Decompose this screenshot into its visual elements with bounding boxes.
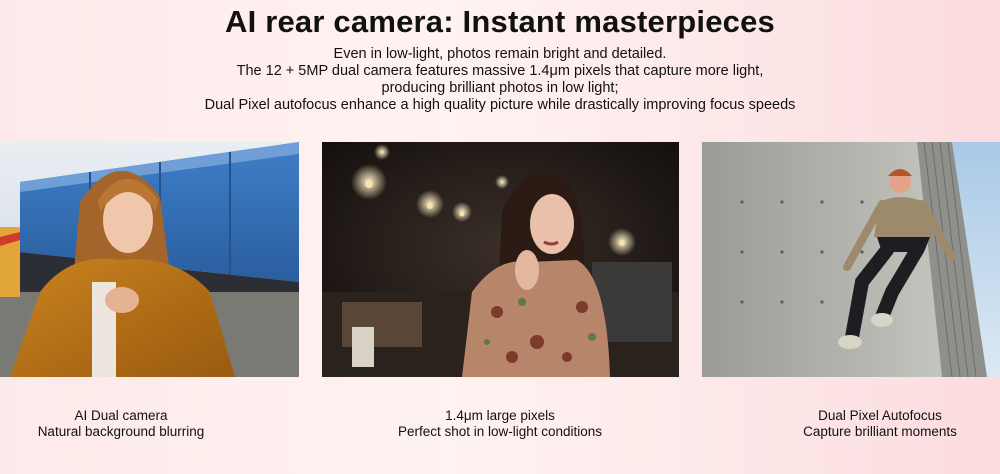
photo-portrait-train [0,142,299,377]
caption-subtitle: Perfect shot in low-light conditions [397,424,603,439]
description-line: The 12 + 5MP dual camera features massiv… [236,63,764,79]
photo-portrait-lowlight [322,142,679,377]
caption-title: 1.4μm large pixels [445,408,555,423]
caption-subtitle: Capture brilliant moments [803,424,957,439]
description-line: Dual Pixel autofocus enhance a high qual… [204,97,796,113]
description-line: Even in low-light, photos remain bright … [333,46,667,62]
caption-title: AI Dual camera [74,408,168,423]
feature-caption-ai-dual-camera: AI Dual camera Natural background blurri… [0,408,242,440]
page-title: AI rear camera: Instant masterpieces [225,4,775,39]
photo-action-jump [702,142,1000,377]
description-line: producing brilliant photos in low light; [381,80,619,96]
description: Even in low-light, photos remain bright … [0,46,1000,114]
caption-title: Dual Pixel Autofocus [818,408,942,423]
feature-caption-large-pixels: 1.4μm large pixels Perfect shot in low-l… [380,408,620,440]
feature-caption-dual-pixel-af: Dual Pixel Autofocus Capture brilliant m… [760,408,1000,440]
caption-subtitle: Natural background blurring [37,424,205,439]
